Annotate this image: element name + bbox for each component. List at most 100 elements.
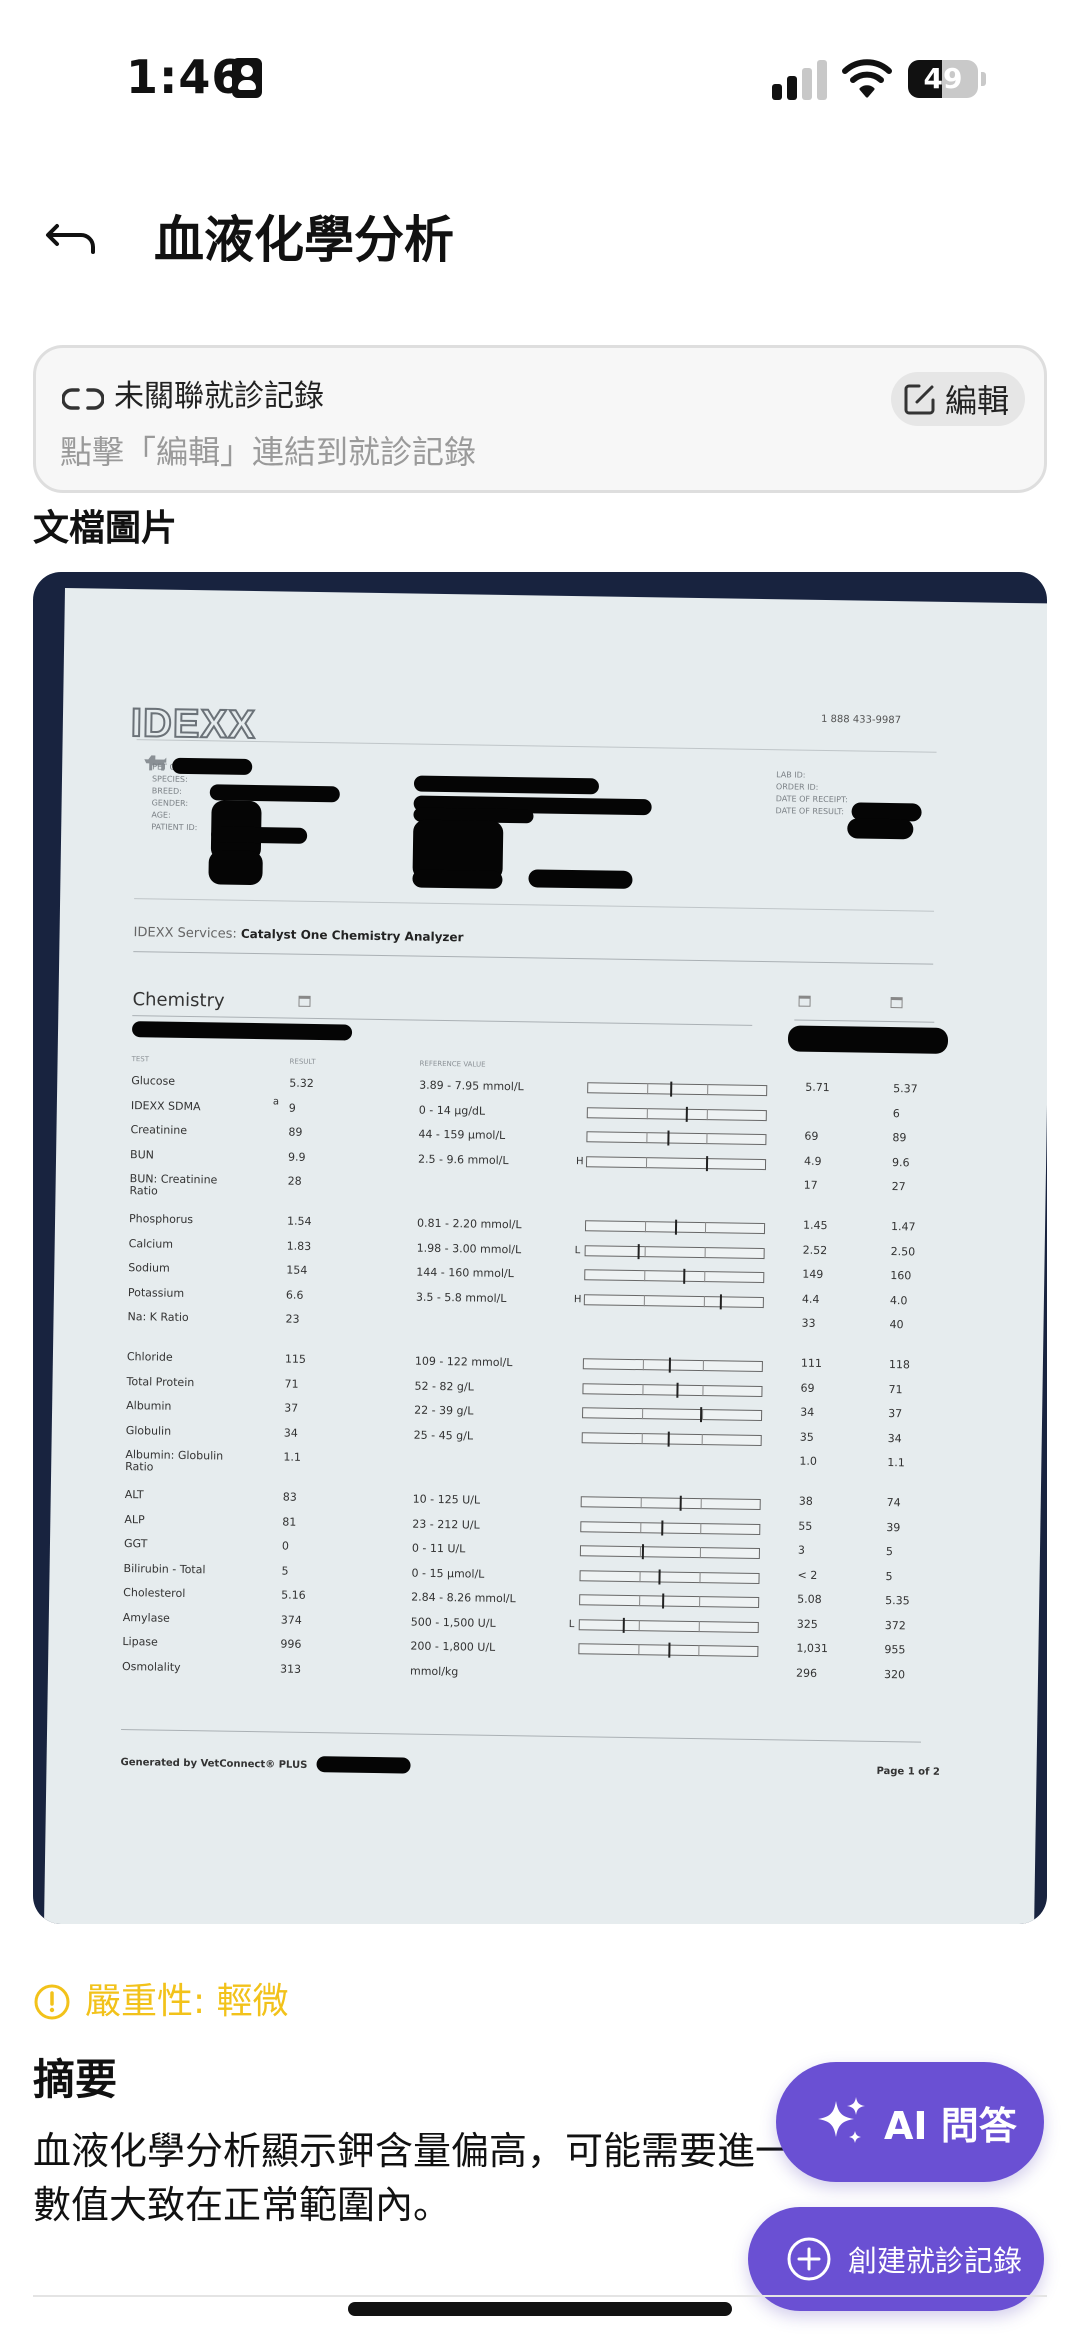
- plus-circle-icon: [787, 2237, 831, 2281]
- patient-label: AGE:: [151, 810, 171, 820]
- test-name: Phosphorus: [129, 1212, 194, 1227]
- range-bar: [579, 1593, 760, 1609]
- redaction: [208, 850, 263, 886]
- previous-result: 320: [883, 1667, 906, 1681]
- result-marker: [668, 1642, 671, 1658]
- test-result: 81: [282, 1515, 297, 1529]
- range-tick: [642, 1383, 644, 1395]
- column-header: RESULT: [289, 1057, 316, 1066]
- reference-range: 2.84 - 8.26 mmol/L: [411, 1590, 516, 1606]
- test-result: 5.32: [289, 1076, 314, 1090]
- redaction: [131, 1021, 353, 1041]
- rule: [133, 951, 934, 965]
- previous-result: 27: [891, 1180, 906, 1194]
- back-button[interactable]: [36, 205, 106, 275]
- document-image-label: 文檔圖片: [33, 508, 178, 549]
- range-bar: [581, 1431, 762, 1447]
- previous-result: 40: [889, 1318, 904, 1332]
- reference-range: 1.98 - 3.00 mmol/L: [416, 1241, 522, 1256]
- range-tick: [642, 1432, 644, 1444]
- battery-icon: 49: [908, 60, 986, 98]
- reference-range: mmol/kg: [409, 1664, 459, 1678]
- ai-qa-button[interactable]: AI 問答: [776, 2062, 1044, 2182]
- reference-range: 25 - 45 g/L: [413, 1428, 474, 1443]
- column-header: TEST: [131, 1055, 150, 1064]
- test-name: Chloride: [126, 1350, 173, 1364]
- range-tick: [700, 1498, 702, 1510]
- link-hint-text: 點擊「編輯」連結到就診記錄: [60, 433, 477, 471]
- sparkle-icon: [818, 2097, 865, 2143]
- edit-button[interactable]: 編輯: [891, 372, 1025, 426]
- result-marker: [667, 1130, 670, 1146]
- result-marker: [637, 1243, 640, 1259]
- previous-result: 6: [892, 1106, 900, 1120]
- test-result: 28: [287, 1174, 302, 1188]
- status-bar: 1:46 49: [0, 0, 1080, 150]
- test-result: 996: [280, 1637, 302, 1651]
- patient-label: BREED:: [151, 786, 182, 796]
- reference-range: 200 - 1,800 U/L: [410, 1639, 496, 1654]
- range-tick: [702, 1384, 704, 1396]
- reference-range: 0 - 15 µmol/L: [411, 1566, 485, 1581]
- analyzer-icon: [798, 995, 811, 1007]
- result-marker: [679, 1495, 682, 1511]
- test-result: 9: [288, 1101, 296, 1115]
- battery-level: 49: [923, 62, 963, 95]
- order-label: DATE OF RECEIPT:: [775, 794, 848, 805]
- home-indicator[interactable]: [348, 2302, 732, 2316]
- range-bar: [584, 1268, 765, 1284]
- reference-range: 44 - 159 µmol/L: [418, 1127, 506, 1142]
- footer-generated: Generated by VetConnect® PLUS: [120, 1757, 308, 1771]
- document-image[interactable]: IDEXX 1 888 433-9987 PET OWNER: SPECIES:…: [33, 572, 1047, 1924]
- previous-result: 5: [885, 1545, 894, 1559]
- panel-title: Chemistry: [132, 989, 225, 1012]
- previous-result: 5.71: [805, 1080, 830, 1095]
- redaction: [413, 775, 600, 795]
- result-flag: L: [568, 1618, 575, 1630]
- result-marker: [720, 1293, 723, 1309]
- order-label: LAB ID:: [776, 770, 806, 780]
- column-header: REFERENCE VALUE: [419, 1059, 486, 1069]
- redaction: [211, 826, 308, 844]
- reference-range: 0 - 14 µg/dL: [418, 1103, 486, 1118]
- range-bar: [582, 1357, 763, 1373]
- test-note: a: [272, 1095, 280, 1107]
- range-tick: [703, 1295, 705, 1307]
- range-bar: [583, 1293, 764, 1309]
- test-result: 313: [279, 1662, 302, 1676]
- range-tick: [701, 1433, 703, 1445]
- previous-result: 325: [796, 1617, 818, 1631]
- previous-result: 33: [801, 1316, 816, 1330]
- test-name: BUN: [130, 1147, 155, 1161]
- range-tick: [647, 1107, 649, 1119]
- reference-range: 3.5 - 5.8 mmol/L: [415, 1290, 507, 1305]
- result-flag: H: [575, 1155, 584, 1167]
- wifi-icon: [842, 59, 892, 98]
- test-result: 71: [284, 1377, 299, 1391]
- test-name: Total Protein: [126, 1374, 195, 1389]
- range-tick: [704, 1246, 706, 1258]
- visit-link-card[interactable]: 未關聯就診記錄 點擊「編輯」連結到就診記錄 編輯: [33, 345, 1047, 493]
- order-label: DATE OF RESULT:: [775, 806, 845, 817]
- test-result: 115: [284, 1352, 307, 1366]
- previous-result: 372: [884, 1618, 906, 1632]
- test-name: Glucose: [131, 1074, 176, 1088]
- test-result: 34: [283, 1426, 298, 1440]
- range-bar: [582, 1382, 763, 1398]
- previous-result: 17: [803, 1178, 818, 1192]
- redaction: [172, 757, 253, 775]
- reference-range: 144 - 160 mmol/L: [416, 1265, 514, 1281]
- range-tick: [706, 1133, 708, 1145]
- patient-label: SPECIES:: [151, 774, 188, 784]
- previous-result: 38: [798, 1494, 813, 1508]
- range-tick: [646, 1156, 648, 1168]
- range-bar: [579, 1544, 761, 1560]
- result-marker: [683, 1268, 686, 1284]
- reference-range: 3.89 - 7.95 mmol/L: [419, 1078, 524, 1094]
- result-marker: [675, 1382, 679, 1398]
- previous-result: 118: [888, 1358, 911, 1372]
- previous-result: 37: [888, 1407, 903, 1421]
- range-tick: [645, 1221, 647, 1233]
- test-name: Potassium: [127, 1285, 185, 1300]
- result-marker: [700, 1407, 703, 1423]
